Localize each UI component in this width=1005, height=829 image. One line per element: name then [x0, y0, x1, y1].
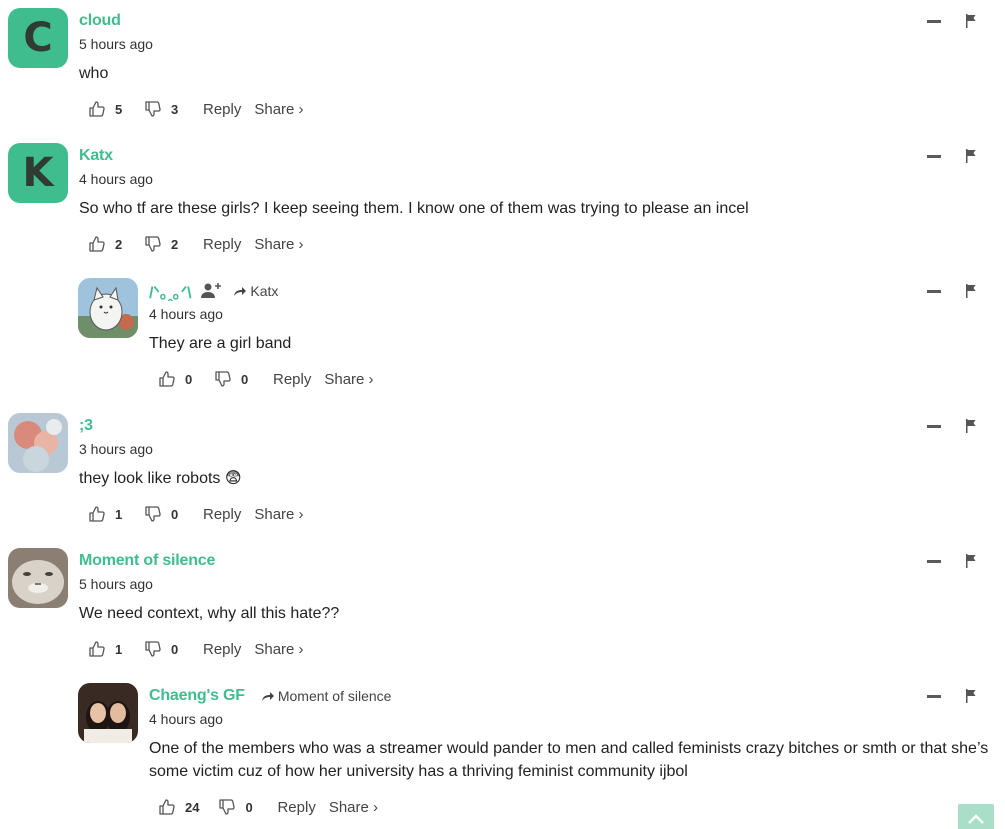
- like-count: 24: [185, 799, 200, 815]
- minus-icon[interactable]: [927, 289, 941, 293]
- arrow-right-icon: [261, 692, 274, 701]
- flag-icon[interactable]: [965, 419, 977, 433]
- reply-button[interactable]: Reply: [203, 506, 241, 523]
- like-button[interactable]: 24: [157, 797, 199, 817]
- reply-button[interactable]: Reply: [203, 236, 241, 253]
- add-user-icon[interactable]: [201, 281, 223, 301]
- dislike-button[interactable]: 0: [213, 369, 251, 389]
- minus-icon[interactable]: [927, 424, 941, 428]
- avatar[interactable]: [8, 548, 68, 608]
- timestamp[interactable]: 3 hours ago: [79, 440, 1005, 458]
- thumbs-down-icon: [145, 236, 161, 252]
- author-name[interactable]: /ᐠ｡ꞈ｡ᐟ\: [149, 279, 192, 303]
- minus-icon[interactable]: [927, 694, 941, 698]
- like-count: 1: [115, 641, 123, 657]
- comment-text: One of the members who was a streamer wo…: [149, 740, 989, 780]
- thumbs-down-icon: [145, 101, 161, 117]
- minus-icon[interactable]: [927, 19, 941, 23]
- scroll-top-button[interactable]: [958, 804, 994, 829]
- avatar[interactable]: [78, 683, 138, 743]
- share-button[interactable]: Share ›: [254, 506, 303, 523]
- reply-to-link[interactable]: Katx: [233, 283, 278, 299]
- arrow-right-icon: [234, 287, 247, 296]
- reply-button[interactable]: Reply: [277, 799, 315, 816]
- share-button[interactable]: Share ›: [329, 799, 378, 816]
- author-name[interactable]: ;3: [79, 417, 93, 435]
- comment-text: they look like robots 😨: [79, 470, 242, 487]
- like-button[interactable]: 2: [87, 234, 125, 254]
- dislike-button[interactable]: 0: [143, 639, 181, 659]
- like-count: 1: [115, 506, 123, 522]
- like-count: 5: [115, 101, 123, 117]
- flag-icon[interactable]: [965, 284, 977, 298]
- like-button[interactable]: 1: [87, 639, 125, 659]
- comment-text: who: [79, 65, 109, 82]
- avatar[interactable]: K: [8, 143, 68, 203]
- thumbs-up-icon: [89, 641, 105, 657]
- reply-to-name: Moment of silence: [277, 688, 392, 704]
- share-button[interactable]: Share ›: [254, 641, 303, 658]
- comment-text: We need context, why all this hate??: [79, 605, 340, 622]
- dislike-count: 0: [171, 641, 179, 657]
- share-button[interactable]: Share ›: [254, 236, 303, 253]
- like-button[interactable]: 1: [87, 504, 125, 524]
- dislike-button[interactable]: 2: [143, 234, 181, 254]
- chevron-up-icon: [968, 814, 984, 824]
- reply-button[interactable]: Reply: [203, 101, 241, 118]
- flag-icon[interactable]: [965, 554, 977, 568]
- reply-to-link[interactable]: Moment of silence: [261, 688, 392, 704]
- timestamp[interactable]: 4 hours ago: [79, 170, 1005, 188]
- like-count: 0: [185, 371, 193, 387]
- timestamp[interactable]: 4 hours ago: [149, 305, 1005, 323]
- thumbs-down-icon: [145, 641, 161, 657]
- dislike-button[interactable]: 0: [143, 504, 181, 524]
- thumbs-up-icon: [159, 371, 175, 387]
- avatar[interactable]: C: [8, 8, 68, 68]
- timestamp[interactable]: 4 hours ago: [149, 710, 1005, 728]
- minus-icon[interactable]: [927, 559, 941, 563]
- like-button[interactable]: 0: [157, 369, 195, 389]
- avatar[interactable]: [78, 278, 138, 338]
- thumbs-up-icon: [159, 799, 175, 815]
- timestamp[interactable]: 5 hours ago: [79, 575, 1005, 593]
- dislike-count: 2: [171, 236, 179, 252]
- thumbs-up-icon: [89, 506, 105, 522]
- timestamp[interactable]: 5 hours ago: [79, 35, 1005, 53]
- comment-text: So who tf are these girls? I keep seeing…: [79, 200, 749, 217]
- reply-button[interactable]: Reply: [203, 641, 241, 658]
- thumbs-up-icon: [89, 236, 105, 252]
- share-button[interactable]: Share ›: [324, 371, 373, 388]
- like-button[interactable]: 5: [87, 99, 125, 119]
- dislike-button[interactable]: 3: [143, 99, 181, 119]
- flag-icon[interactable]: [965, 149, 977, 163]
- dislike-count: 0: [171, 506, 179, 522]
- reply-to-name: Katx: [250, 283, 279, 299]
- comment-text: They are a girl band: [149, 335, 292, 352]
- author-name[interactable]: Katx: [79, 147, 113, 165]
- author-name[interactable]: cloud: [79, 12, 121, 30]
- avatar[interactable]: [8, 413, 68, 473]
- dislike-count: 0: [241, 371, 249, 387]
- thumbs-down-icon: [215, 371, 231, 387]
- author-name[interactable]: Moment of silence: [79, 552, 215, 570]
- flag-icon[interactable]: [965, 689, 977, 703]
- like-count: 2: [115, 236, 123, 252]
- reply-button[interactable]: Reply: [273, 371, 311, 388]
- dislike-count: 0: [245, 799, 253, 815]
- thumbs-up-icon: [89, 101, 105, 117]
- dislike-count: 3: [171, 101, 179, 117]
- share-button[interactable]: Share ›: [254, 101, 303, 118]
- dislike-button[interactable]: 0: [217, 797, 255, 817]
- thumbs-down-icon: [145, 506, 161, 522]
- flag-icon[interactable]: [965, 14, 977, 28]
- author-name[interactable]: Chaeng's GF: [149, 687, 245, 705]
- minus-icon[interactable]: [927, 154, 941, 158]
- thumbs-down-icon: [219, 799, 236, 815]
